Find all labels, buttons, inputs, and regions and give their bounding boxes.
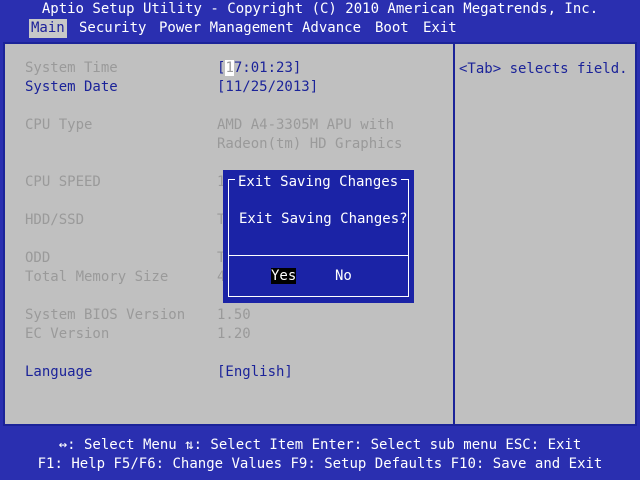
help-text: <Tab> selects field. bbox=[459, 61, 628, 77]
system-date-value[interactable]: [11/25/2013] bbox=[217, 78, 318, 97]
tab-exit[interactable]: Exit bbox=[421, 19, 459, 38]
key-help-footer: ↔: Select Menu ⇅: Select Item Enter: Sel… bbox=[0, 436, 640, 480]
system-time-value[interactable]: [17:01:23] bbox=[217, 59, 301, 78]
tab-main[interactable]: Main bbox=[29, 19, 67, 38]
tab-power-management[interactable]: Power Management bbox=[157, 19, 296, 38]
footer-line-2: F1: Help F5/F6: Change Values F9: Setup … bbox=[37, 456, 603, 472]
footer-line-1: ↔: Select Menu ⇅: Select Item Enter: Sel… bbox=[58, 437, 582, 453]
odd-label: ODD bbox=[25, 250, 51, 266]
bios-version-value: 1.50 bbox=[217, 307, 251, 323]
tab-advance[interactable]: Advance bbox=[300, 19, 363, 38]
yes-button[interactable]: Yes bbox=[271, 267, 297, 286]
ec-version-value: 1.20 bbox=[217, 326, 251, 342]
no-button[interactable]: No bbox=[335, 267, 352, 286]
exit-saving-dialog: Exit Saving Changes Exit Saving Changes?… bbox=[223, 170, 414, 303]
system-time-rest: 7:01:23] bbox=[233, 60, 302, 76]
cpu-type-value-line2: Radeon(tm) HD Graphics bbox=[217, 136, 403, 152]
cpu-type-value-line1: AMD A4-3305M APU with bbox=[217, 117, 395, 133]
cpu-type-label: CPU Type bbox=[25, 117, 93, 133]
language-value[interactable]: [English] bbox=[217, 363, 293, 382]
system-date-label: System Date bbox=[25, 79, 118, 95]
memory-label: Total Memory Size bbox=[25, 269, 169, 285]
tab-boot[interactable]: Boot bbox=[373, 19, 411, 38]
yes-button-label: Yes bbox=[271, 268, 297, 284]
menu-bar: Main Security Power Management Advance B… bbox=[0, 19, 640, 38]
dialog-message: Exit Saving Changes? bbox=[239, 211, 408, 227]
dialog-title: Exit Saving Changes bbox=[235, 173, 402, 192]
bios-version-label: System BIOS Version bbox=[25, 307, 186, 323]
window-title: Aptio Setup Utility - Copyright (C) 2010… bbox=[41, 1, 599, 17]
system-time-label: System Time bbox=[25, 60, 118, 76]
dialog-separator bbox=[228, 255, 409, 256]
cpu-speed-label: CPU SPEED bbox=[25, 174, 101, 190]
system-time-cursor: 1 bbox=[225, 60, 234, 76]
help-divider bbox=[453, 44, 455, 424]
ec-version-label: EC Version bbox=[25, 326, 110, 342]
language-label: Language bbox=[25, 364, 93, 380]
tab-security[interactable]: Security bbox=[77, 19, 148, 38]
dialog-frame bbox=[228, 179, 409, 297]
hdd-label: HDD/SSD bbox=[25, 212, 85, 228]
